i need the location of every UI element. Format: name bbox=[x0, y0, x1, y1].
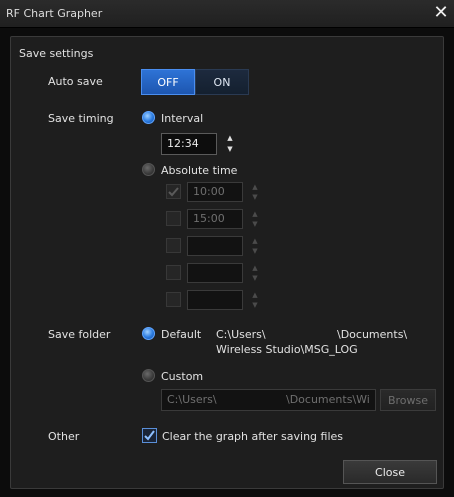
chevron-up-icon[interactable]: ▲ bbox=[221, 133, 239, 144]
absolute-time-input-4[interactable] bbox=[187, 263, 243, 283]
default-path-line2: Wireless Studio\MSG_LOG bbox=[216, 343, 358, 356]
other-label: Other bbox=[48, 430, 80, 443]
custom-path-part-a: C:\Users\ bbox=[167, 393, 217, 406]
default-folder-radio[interactable] bbox=[142, 327, 155, 340]
default-folder-label: Default bbox=[161, 328, 202, 341]
interval-label: Interval bbox=[161, 112, 204, 125]
title-bar: RF Chart Grapher ✕ bbox=[0, 0, 454, 28]
section-title: Save settings bbox=[19, 47, 94, 60]
auto-save-toggle: OFF ON bbox=[141, 69, 249, 95]
absolute-time-input-1[interactable]: 10:00 bbox=[187, 182, 243, 202]
absolute-time-checkbox-4[interactable] bbox=[166, 265, 181, 280]
clear-graph-checkbox[interactable] bbox=[142, 428, 157, 443]
close-icon[interactable]: ✕ bbox=[432, 3, 450, 23]
chevron-down-icon[interactable]: ▼ bbox=[221, 144, 239, 155]
check-icon bbox=[168, 187, 179, 197]
auto-save-label: Auto save bbox=[48, 75, 103, 88]
browse-button[interactable]: Browse bbox=[380, 389, 436, 411]
window-title: RF Chart Grapher bbox=[6, 7, 103, 20]
absolute-time-input-2[interactable]: 15:00 bbox=[187, 209, 243, 229]
chevron-up-icon[interactable]: ▲ bbox=[246, 182, 264, 192]
custom-folder-label: Custom bbox=[161, 370, 204, 383]
absolute-time-checkbox-5[interactable] bbox=[166, 292, 181, 307]
chevron-down-icon[interactable]: ▼ bbox=[246, 300, 264, 310]
default-path-line1-b: \Documents\ bbox=[337, 328, 408, 341]
absolute-time-spinner-1[interactable]: ▲ ▼ bbox=[246, 182, 264, 202]
chevron-up-icon[interactable]: ▲ bbox=[246, 236, 264, 246]
chevron-down-icon[interactable]: ▼ bbox=[246, 219, 264, 229]
interval-time-input[interactable]: 12:34 bbox=[161, 133, 217, 155]
clear-graph-label: Clear the graph after saving files bbox=[162, 430, 344, 443]
auto-save-off-button[interactable]: OFF bbox=[141, 69, 195, 95]
absolute-time-spinner-3[interactable]: ▲ ▼ bbox=[246, 236, 264, 256]
absolute-time-checkbox-3[interactable] bbox=[166, 238, 181, 253]
settings-panel: Save settings Auto save OFF ON Save timi… bbox=[10, 36, 444, 489]
custom-folder-radio[interactable] bbox=[142, 369, 155, 382]
default-path-line1-a: C:\Users\ bbox=[216, 328, 266, 341]
chevron-up-icon[interactable]: ▲ bbox=[246, 290, 264, 300]
absolute-time-radio[interactable] bbox=[142, 163, 155, 176]
check-icon bbox=[144, 430, 155, 441]
save-folder-label: Save folder bbox=[48, 328, 111, 341]
auto-save-on-button[interactable]: ON bbox=[195, 69, 249, 95]
absolute-time-spinner-4[interactable]: ▲ ▼ bbox=[246, 263, 264, 283]
absolute-time-label: Absolute time bbox=[161, 164, 238, 177]
close-button[interactable]: Close bbox=[343, 460, 437, 484]
absolute-time-spinner-5[interactable]: ▲ ▼ bbox=[246, 290, 264, 310]
interval-radio[interactable] bbox=[142, 111, 155, 124]
absolute-time-checkbox-1[interactable] bbox=[166, 184, 181, 199]
save-timing-label: Save timing bbox=[48, 112, 114, 125]
absolute-time-checkbox-2[interactable] bbox=[166, 211, 181, 226]
custom-path-part-b: \Documents\Wi bbox=[286, 393, 370, 406]
custom-path-input[interactable]: C:\Users\ \Documents\Wi bbox=[161, 389, 376, 411]
chevron-down-icon[interactable]: ▼ bbox=[246, 192, 264, 202]
interval-spinner[interactable]: ▲ ▼ bbox=[221, 133, 239, 155]
chevron-down-icon[interactable]: ▼ bbox=[246, 273, 264, 283]
chevron-up-icon[interactable]: ▲ bbox=[246, 263, 264, 273]
absolute-time-input-5[interactable] bbox=[187, 290, 243, 310]
absolute-time-input-3[interactable] bbox=[187, 236, 243, 256]
absolute-time-spinner-2[interactable]: ▲ ▼ bbox=[246, 209, 264, 229]
chevron-up-icon[interactable]: ▲ bbox=[246, 209, 264, 219]
chevron-down-icon[interactable]: ▼ bbox=[246, 246, 264, 256]
